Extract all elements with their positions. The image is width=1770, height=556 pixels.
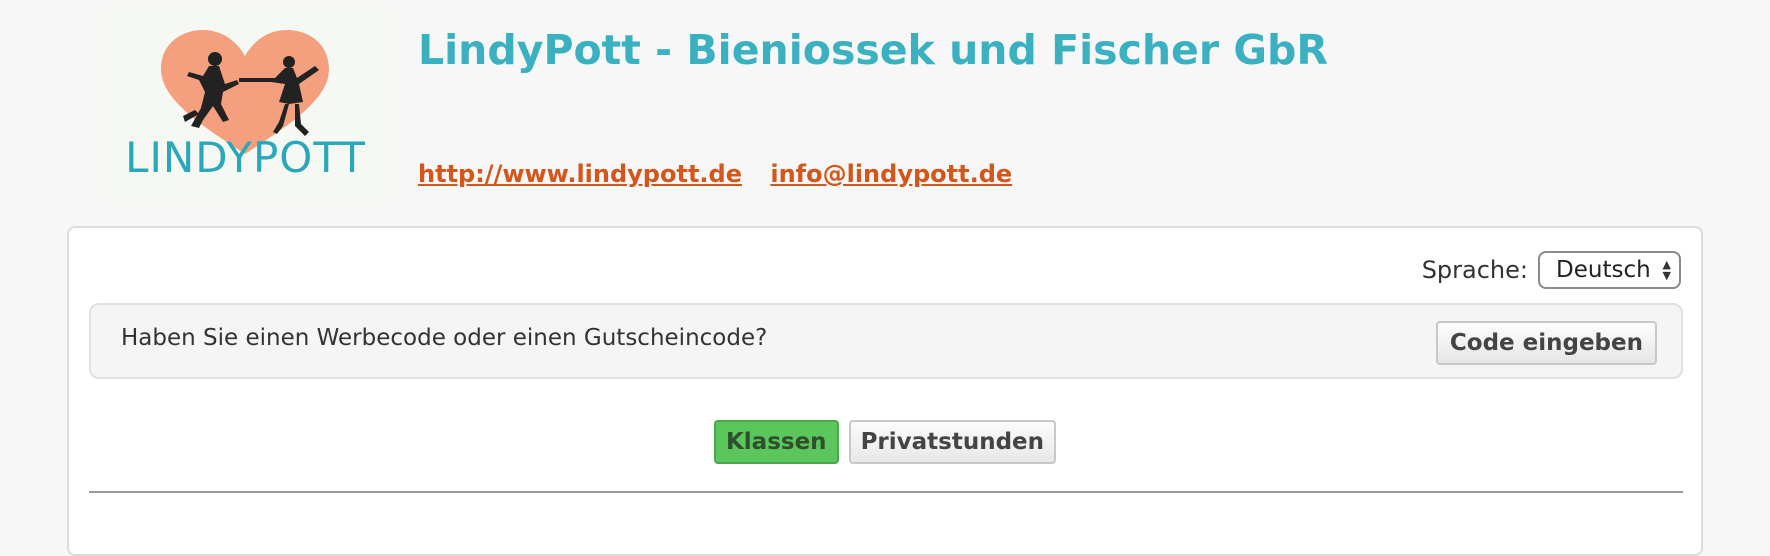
contact-links: http://www.lindypott.de info@lindypott.d… bbox=[418, 160, 1032, 188]
select-arrows-icon: ▲ ▼ bbox=[1662, 258, 1671, 282]
logo-text: LINDYPOTT bbox=[125, 133, 366, 182]
booking-tabs: Klassen Privatstunden bbox=[69, 420, 1701, 464]
page-header: LINDYPOTT LindyPott - Bieniossek und Fis… bbox=[0, 0, 1770, 220]
language-label: Sprache: bbox=[1421, 256, 1528, 284]
coupon-question: Haben Sie einen Werbecode oder einen Gut… bbox=[121, 325, 768, 351]
enter-code-button[interactable]: Code eingeben bbox=[1435, 321, 1657, 365]
email-link[interactable]: info@lindypott.de bbox=[770, 160, 1012, 188]
company-title: LindyPott - Bieniossek und Fischer GbR bbox=[418, 26, 1328, 74]
website-link[interactable]: http://www.lindypott.de bbox=[418, 160, 742, 188]
language-select[interactable]: Deutsch ▲ ▼ bbox=[1538, 251, 1681, 289]
tab-privatstunden[interactable]: Privatstunden bbox=[848, 420, 1057, 464]
language-selector-row: Sprache: Deutsch ▲ ▼ bbox=[1422, 251, 1681, 289]
coupon-box: Haben Sie einen Werbecode oder einen Gut… bbox=[89, 303, 1683, 379]
divider bbox=[89, 491, 1683, 493]
lindypott-logo[interactable]: LINDYPOTT bbox=[99, 4, 392, 204]
language-selected-value: Deutsch bbox=[1556, 257, 1651, 283]
tab-klassen[interactable]: Klassen bbox=[713, 420, 839, 464]
booking-panel: Sprache: Deutsch ▲ ▼ Haben Sie einen Werb… bbox=[67, 226, 1703, 556]
